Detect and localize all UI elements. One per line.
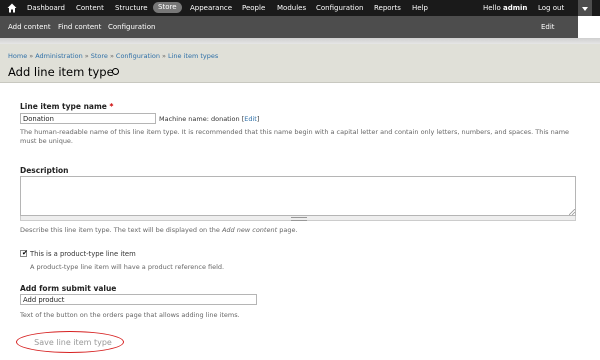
description-label: Description [20,166,69,175]
machine-name-text: Machine name: donation [159,115,240,123]
highlight-oval [16,331,124,353]
machine-name-edit-link[interactable]: Edit [244,115,257,123]
description-help-suffix: page. [277,226,298,234]
page-title: Add line item type [8,65,114,79]
description-help-emphasis: Add new content [221,226,278,234]
nav-store[interactable]: Store [153,2,182,13]
shortcuts-bar: Add content Find content Configuration E… [0,16,578,53]
line-item-type-name-input[interactable]: Donation [20,113,156,124]
textarea-grippie[interactable] [20,216,576,221]
breadcrumb-separator: » [29,52,34,60]
admin-toolbar: Dashboard Content Structure Store Appear… [0,0,600,16]
logout-link[interactable]: Log out [538,0,564,16]
breadcrumb-separator: » [84,52,89,60]
product-type-help-text: A product-type line item will have a pro… [30,263,225,271]
product-type-checkbox[interactable]: ✔ [20,249,28,257]
shortcut-find-content[interactable]: Find content [58,16,101,38]
name-label: Line item type name * [20,102,113,111]
nav-modules[interactable]: Modules [277,0,306,16]
product-type-label[interactable]: This is a product-type line item [30,250,136,258]
checkmark-icon: ✔ [22,249,28,257]
triangle-down-icon [582,7,588,11]
breadcrumb-separator: » [162,52,166,60]
grip-lines-icon [291,217,307,221]
user-greeting: Hello admin [483,0,527,16]
description-help-prefix: Describe this line item type. The text w… [20,226,222,234]
home-icon[interactable] [7,3,17,13]
breadcrumb: Home» Administration» Store» Configuration»… [8,52,218,60]
breadcrumb-line-item-types[interactable]: Line item types [168,52,218,60]
nav-content[interactable]: Content [76,0,104,16]
breadcrumb-configuration[interactable]: Configuration [116,52,160,60]
breadcrumb-store[interactable]: Store [91,52,108,60]
greeting-prefix: Hello [483,4,503,12]
ring-icon [112,68,119,75]
description-textarea[interactable] [20,176,576,216]
breadcrumb-separator: » [109,52,114,60]
submit-value-help-text: Text of the button on the orders page th… [20,311,240,319]
required-marker: * [109,102,114,111]
machine-name: Machine name: donation [Edit] [159,115,260,123]
shortcut-configuration[interactable]: Configuration [108,16,155,38]
edit-shortcuts-link[interactable]: Edit shortcuts [541,16,578,53]
resize-handle-icon[interactable] [569,209,575,215]
shortcut-add-content[interactable]: Add content [8,16,51,38]
shortcuts-toggle-button[interactable] [578,0,592,16]
submit-value-input[interactable]: Add product [20,294,257,305]
page-header: Home» Administration» Store» Configuration»… [0,44,600,83]
description-help-text: Describe this line item type. The text w… [20,226,572,235]
nav-appearance[interactable]: Appearance [190,0,232,16]
breadcrumb-home[interactable]: Home [8,52,27,60]
nav-dashboard[interactable]: Dashboard [27,0,65,16]
nav-people[interactable]: People [242,0,265,16]
nav-reports[interactable]: Reports [374,0,401,16]
submit-value-label: Add form submit value [20,284,117,293]
nav-help[interactable]: Help [412,0,428,16]
nav-structure[interactable]: Structure [115,0,148,16]
breadcrumb-administration[interactable]: Administration [35,52,83,60]
name-label-text: Line item type name [20,102,107,111]
name-help-text: The human-readable name of this line ite… [20,128,570,145]
username-link[interactable]: admin [503,4,527,12]
nav-configuration[interactable]: Configuration [316,0,363,16]
